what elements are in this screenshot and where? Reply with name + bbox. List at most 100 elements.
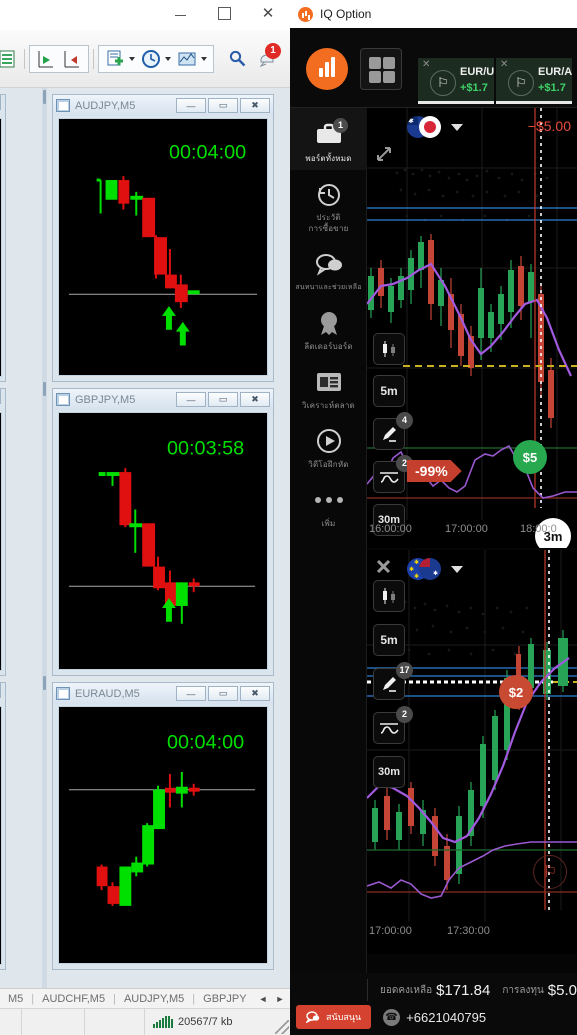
chart-canvas-euraud: 00:04:00	[58, 706, 268, 964]
resize-grip[interactable]	[275, 1020, 289, 1034]
balance-row: ยอดคงเหลือ $171.84 การลงทุน $5.0	[290, 977, 577, 1003]
xaxis-tick-1: 17:00:00	[445, 523, 488, 535]
iq-brand-logo[interactable]	[306, 48, 348, 90]
sidebar-item-history[interactable]: ประวัติ การซื้อขาย	[290, 170, 367, 240]
chart-close-button[interactable]: ✖	[240, 392, 270, 407]
mt-maximize-button[interactable]	[202, 0, 246, 26]
sidebar-item-label: ลีดเดอร์บอร์ด	[304, 342, 353, 351]
notification-bell-icon[interactable]: 1	[258, 43, 281, 73]
mt-toolbar: 1	[0, 30, 290, 88]
chart-titlebar[interactable]: EURAUD,M5 — ▭ ✖	[53, 683, 273, 704]
metatrader-window: ✕ 1 AUDJPY,M5 — ▭ ✖ 00:04:00 GBPJPY,M5 —…	[0, 0, 290, 1035]
iq-chart-bottom[interactable]: ✱ ✱ ✱ ✱ ✱ 5m 17	[367, 550, 577, 954]
timeframe-5m-button[interactable]: 5m	[373, 624, 405, 656]
side-close-button[interactable]: ✖	[0, 683, 1, 698]
side-chart-canvas	[0, 706, 2, 965]
asset-tab-profit: +$1.7	[538, 82, 566, 94]
search-icon[interactable]	[229, 50, 246, 71]
chart-window-euraud[interactable]: EURAUD,M5 — ▭ ✖ 00:04:00	[52, 682, 274, 970]
asset-pair-selector[interactable]: ✱ ✱ ✱ ✱ ✱	[407, 558, 463, 580]
indicators-button[interactable]: 2	[373, 706, 413, 744]
auto-scroll-icon[interactable]	[35, 48, 57, 70]
trade-amount-bubble-top[interactable]: $5	[513, 440, 547, 474]
chat-icon	[306, 1011, 320, 1023]
asset-tab-close-icon[interactable]: ✕	[422, 59, 430, 70]
au-flag-icon: ✱	[419, 558, 441, 580]
side-chart-window-3[interactable]: ✖	[0, 682, 6, 970]
draw-tools-button[interactable]: 4	[373, 412, 413, 450]
chart-shift-icon[interactable]	[61, 48, 83, 70]
xaxis-tick-1: 17:30:00	[447, 925, 490, 937]
iq-main: 1 พอร์ตทั้งหมด ประวัติ การซื้อขาย สนทนาแ…	[290, 108, 577, 1001]
period-caret-icon[interactable]	[165, 57, 171, 61]
window-splitter[interactable]	[42, 88, 47, 988]
mt-tab-0[interactable]: M5	[0, 993, 31, 1005]
chart-window-icon	[56, 99, 70, 112]
chevron-down-icon[interactable]	[451, 123, 463, 131]
toolbar-tools-group	[98, 45, 214, 73]
support-button[interactable]: สนับสนุน	[296, 1005, 372, 1029]
chart-type-candles-button[interactable]	[373, 580, 405, 612]
new-object-icon[interactable]	[104, 48, 126, 70]
chart-window-gbpjpy[interactable]: GBPJPY,M5 — ▭ ✖ 00:03:58	[52, 388, 274, 676]
iq-chart-top[interactable]: close-icon ✱ ✱ −$5.00	[367, 108, 577, 548]
side-close-button[interactable]: ✖	[0, 95, 1, 110]
phone-icon: ☎	[383, 1008, 401, 1026]
chart-close-button[interactable]: ✖	[240, 98, 270, 113]
mt-tab-3[interactable]: GBPJPY	[195, 993, 254, 1005]
tab-scroll-left-icon[interactable]: ◄	[255, 994, 272, 1004]
chart-window-audjpy[interactable]: AUDJPY,M5 — ▭ ✖ 00:04:00	[52, 94, 274, 382]
chart-close-button[interactable]: ✖	[240, 686, 270, 701]
templates-icon[interactable]	[176, 48, 198, 70]
chart-titlebar[interactable]: AUDJPY,M5 — ▭ ✖	[53, 95, 273, 116]
asset-pair-selector[interactable]: ✱ ✱	[407, 116, 463, 138]
mt-close-button[interactable]: ✕	[246, 0, 290, 26]
asset-tab-close-icon[interactable]: ✕	[500, 59, 508, 70]
sidebar-item-label: วิดีโอฝึกหัด	[308, 460, 349, 469]
side-chart-window-1[interactable]: ✖	[0, 94, 6, 382]
asset-tab-label: EUR/A	[538, 66, 572, 78]
new-object-caret-icon[interactable]	[129, 57, 135, 61]
chart-restore-button[interactable]: ▭	[208, 686, 238, 701]
sidebar-item-chat[interactable]: สนทนาและช่วยเหลือ	[290, 240, 367, 299]
sidebar-item-video-tutorials[interactable]: วิดีโอฝึกหัด	[290, 417, 367, 476]
chart-restore-button[interactable]: ▭	[208, 392, 238, 407]
portfolio-icon: 1	[293, 118, 364, 150]
asset-tab-0[interactable]: ✕ ⚐ EUR/U +$1.7	[418, 58, 494, 104]
mt-tab-1[interactable]: AUDCHF,M5	[34, 993, 113, 1005]
sidebar-item-market-analysis[interactable]: วิเคราะห์ตลาด	[290, 358, 367, 417]
chart-restore-button[interactable]: ▭	[208, 98, 238, 113]
draw-tools-button[interactable]: 17	[373, 662, 413, 700]
phone-contact[interactable]: ☎ +6621040795	[383, 1008, 486, 1026]
sidebar-item-leaderboard[interactable]: ลีดเดอร์บอร์ด	[290, 299, 367, 358]
asset-tab-1[interactable]: ✕ ⚐ EUR/A +$1.7	[496, 58, 572, 104]
chart-type-candles-button[interactable]	[373, 333, 405, 365]
chart-window-icon	[56, 393, 70, 406]
sidebar-item-portfolio[interactable]: 1 พอร์ตทั้งหมด	[290, 108, 367, 170]
chart-minimize-button[interactable]: —	[176, 392, 206, 407]
apps-grid-icon[interactable]	[360, 48, 402, 90]
mt-tab-2[interactable]: AUDJPY,M5	[116, 993, 192, 1005]
checkered-flag-icon: ⚐	[533, 855, 567, 889]
timeframe-5m-button[interactable]: 5m	[373, 375, 405, 407]
chart-minimize-button[interactable]: —	[176, 98, 206, 113]
data-window-icon[interactable]	[0, 48, 18, 70]
period-clock-icon[interactable]	[140, 48, 162, 70]
sidebar-item-more[interactable]: เพิ่ม	[290, 476, 367, 535]
trade-amount-bubble-bottom[interactable]: $2	[499, 675, 533, 709]
chevron-down-icon[interactable]	[451, 565, 463, 573]
side-close-button[interactable]: ✖	[0, 389, 1, 404]
chart-titlebar[interactable]: GBPJPY,M5 — ▭ ✖	[53, 389, 273, 410]
expand-icon[interactable]	[376, 146, 392, 162]
chart-minimize-button[interactable]: —	[176, 686, 206, 701]
close-icon[interactable]	[375, 558, 392, 575]
timeframe-30m-button[interactable]: 30m	[373, 756, 405, 788]
templates-caret-icon[interactable]	[201, 57, 207, 61]
video-tutorial-icon	[293, 426, 364, 456]
side-chart-window-2[interactable]: ✖	[0, 388, 6, 676]
chart-canvas-audjpy: 00:04:00	[58, 118, 268, 376]
sidebar-item-label: ประวัติ การซื้อขาย	[308, 213, 349, 233]
mt-minimize-button[interactable]	[158, 0, 202, 26]
indicators-button[interactable]: 2	[373, 455, 413, 493]
tab-scroll-right-icon[interactable]: ►	[271, 994, 288, 1004]
